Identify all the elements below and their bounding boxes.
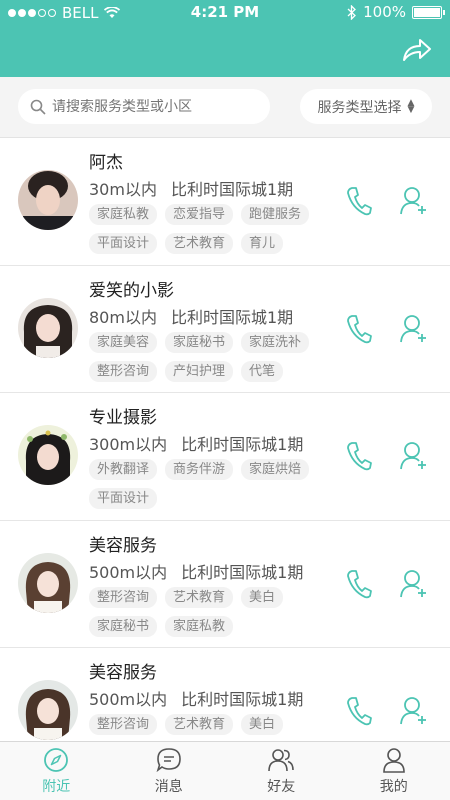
service-tag: 艺术教育 (165, 233, 234, 254)
service-tag: 美白 (241, 586, 284, 608)
tab-friends[interactable]: 好友 (225, 742, 338, 800)
service-tag: 艺术教育 (165, 586, 234, 608)
service-tag: 艺术教育 (165, 714, 234, 735)
service-tag: 家庭洗补 (241, 331, 310, 353)
list-item[interactable]: 专业摄影 300m以内 比利时国际城1期 外教翻译 商务伴游 家庭烘焙 平面设计 (0, 393, 450, 521)
provider-location: 比利时国际城1期 (181, 690, 304, 709)
list-item[interactable]: 阿杰 30m以内 比利时国际城1期 家庭私教 恋爱指导 跑健服务 平面设计 艺术教… (0, 138, 450, 266)
list-item[interactable]: 爱笑的小影 80m以内 比利时国际城1期 家庭美容 家庭秘书 家庭洗补 整形咨询 … (0, 266, 450, 393)
tag-list: 家庭美容 家庭秘书 家庭洗补 整形咨询 产妇护理 代笔 (89, 331, 334, 382)
phone-icon[interactable] (346, 186, 372, 216)
sort-icon: ▲ ▼ (407, 97, 415, 115)
user-icon (382, 747, 405, 773)
phone-icon[interactable] (346, 441, 372, 471)
tag-list: 家庭私教 恋爱指导 跑健服务 平面设计 艺术教育 育儿 (89, 204, 334, 254)
service-type-select[interactable]: 服务类型选择 ▲ ▼ (300, 89, 432, 124)
service-tag: 家庭秘书 (165, 331, 234, 353)
provider-distance: 300m以内 比利时国际城1期 (89, 431, 303, 455)
service-tag: 美白 (241, 714, 284, 735)
provider-location: 比利时国际城1期 (170, 180, 294, 199)
service-tag: 产妇护理 (165, 360, 234, 382)
list-item[interactable]: 美容服务 500m以内 比利时国际城1期 整形咨询 艺术教育 美白 (0, 648, 450, 741)
service-tag: 家庭秘书 (89, 615, 158, 637)
distance-value: 300m以内 (89, 435, 168, 454)
share-icon[interactable] (402, 38, 432, 62)
provider-location: 比利时国际城1期 (181, 435, 304, 454)
tab-nearby[interactable]: 附近 (0, 742, 113, 800)
service-tag: 恋爱指导 (165, 204, 234, 225)
tab-label: 消息 (154, 778, 183, 795)
provider-name: 阿杰 (89, 153, 123, 173)
service-tag: 育儿 (241, 233, 284, 254)
provider-name: 专业摄影 (89, 408, 157, 428)
provider-distance: 80m以内 比利时国际城1期 (89, 304, 293, 328)
service-tag: 跑健服务 (241, 204, 310, 225)
search-bar: 服务类型选择 ▲▼ (0, 77, 450, 138)
avatar (18, 552, 78, 613)
service-tag: 商务伴游 (165, 459, 234, 480)
distance-value: 80m以内 (89, 307, 157, 327)
provider-distance: 30m以内 比利时国际城1期 (89, 176, 293, 200)
service-tag: 家庭美容 (89, 331, 158, 353)
avatar (18, 425, 78, 485)
provider-distance: 500m以内 比利时国际城1期 (89, 559, 303, 583)
add-friend-icon[interactable] (400, 186, 428, 216)
distance-value: 30m以内 (89, 180, 157, 199)
provider-name: 爱笑的小影 (89, 280, 174, 301)
service-tag: 家庭私教 (89, 204, 158, 225)
provider-distance: 500m以内 比利时国际城1期 (89, 686, 303, 710)
tag-list: 整形咨询 艺术教育 美白 (89, 714, 334, 735)
search-icon (30, 99, 46, 115)
tab-label: 好友 (267, 778, 296, 795)
tag-list: 外教翻译 商务伴游 家庭烘焙 平面设计 (89, 459, 334, 509)
add-friend-icon[interactable] (400, 569, 428, 599)
service-tag: 家庭烘焙 (241, 459, 310, 480)
status-bar: BELL 4:21 PM 100% (0, 0, 450, 26)
service-tag: 整形咨询 (89, 714, 158, 735)
tag-list: 整形咨询 艺术教育 美白 家庭秘书 家庭私教 (89, 586, 334, 637)
avatar (18, 297, 78, 358)
service-type-label: 服务类型选择 (317, 99, 402, 116)
tab-label: 附近 (42, 778, 71, 795)
add-friend-icon[interactable] (400, 696, 428, 726)
provider-name: 美容服务 (89, 663, 157, 683)
chat-icon (156, 747, 181, 772)
friends-icon (268, 748, 295, 771)
service-tag: 代笔 (241, 360, 284, 382)
provider-name: 美容服务 (89, 535, 157, 556)
bluetooth-icon (347, 4, 357, 20)
provider-location: 比利时国际城1期 (181, 562, 304, 582)
avatar (18, 170, 78, 230)
phone-icon[interactable] (346, 569, 372, 599)
service-tag: 整形咨询 (89, 360, 158, 382)
search-input[interactable] (52, 98, 252, 115)
add-friend-icon[interactable] (400, 441, 428, 471)
service-tag: 整形咨询 (89, 586, 158, 608)
distance-value: 500m以内 (89, 562, 168, 582)
phone-icon[interactable] (346, 696, 372, 726)
battery-percent: 100% (363, 3, 406, 21)
tab-me[interactable]: 我的 (338, 742, 450, 800)
service-tag: 家庭私教 (165, 615, 234, 637)
phone-icon[interactable] (346, 314, 372, 344)
battery-icon (412, 5, 445, 19)
tab-bar: 附近 消息 好友 我的 (0, 741, 450, 800)
service-tag: 外教翻译 (89, 459, 158, 480)
list-item[interactable]: 美容服务 500m以内 比利时国际城1期 整形咨询 艺术教育 美白 家庭秘书 家庭… (0, 521, 450, 648)
service-tag: 平面设计 (89, 488, 158, 509)
service-tag: 平面设计 (89, 233, 158, 254)
provider-location: 比利时国际城1期 (170, 307, 294, 327)
compass-icon (44, 747, 69, 772)
add-friend-icon[interactable] (400, 314, 428, 344)
provider-list: 阿杰 30m以内 比利时国际城1期 家庭私教 恋爱指导 跑健服务 平面设计 艺术教… (0, 138, 450, 741)
header: BELL 4:21 PM 100% (0, 0, 450, 77)
tab-messages[interactable]: 消息 (113, 742, 226, 800)
distance-value: 500m以内 (89, 690, 168, 709)
search-box[interactable] (18, 89, 270, 124)
tab-label: 我的 (379, 778, 408, 795)
avatar (18, 680, 78, 740)
